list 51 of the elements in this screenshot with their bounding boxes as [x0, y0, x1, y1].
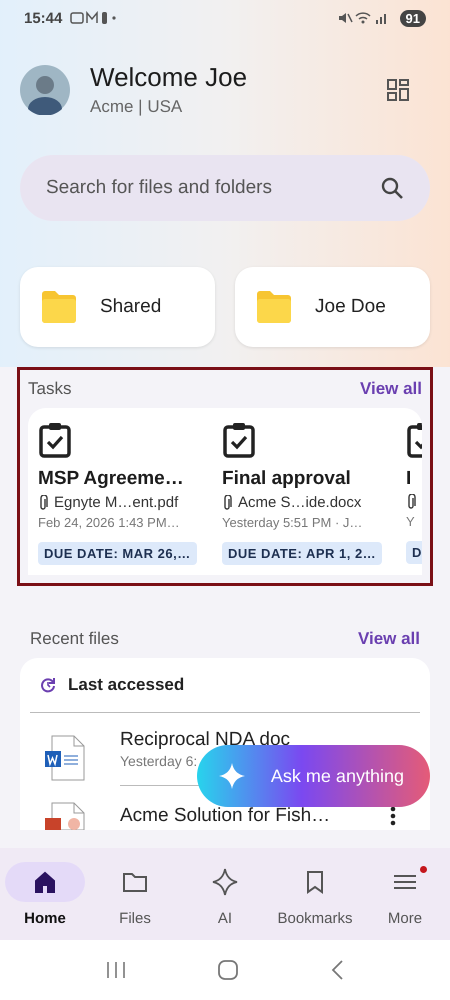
sort-label[interactable]: Last accessed — [68, 675, 184, 695]
folder-icon — [40, 290, 78, 324]
view-all-link[interactable]: View all — [358, 629, 420, 649]
sparkle-icon — [218, 763, 245, 789]
folder-icon — [255, 290, 293, 324]
home-button-icon[interactable] — [216, 959, 239, 981]
task-meta: Y — [406, 514, 415, 529]
folder-icon — [122, 870, 148, 892]
back-icon[interactable] — [330, 959, 344, 981]
ask-ai-button[interactable]: Ask me anything — [196, 745, 430, 807]
task-title[interactable]: Final approval — [222, 468, 351, 490]
task-title[interactable]: MSP Agreeme… — [38, 468, 184, 490]
organization-label: Acme | USA — [90, 97, 184, 117]
nav-tab[interactable]: Bookmarks — [275, 862, 355, 926]
status-time: 15:44 — [24, 10, 62, 26]
clipboard-check-icon — [222, 422, 256, 458]
history-icon[interactable] — [40, 677, 56, 693]
avatar — [20, 64, 70, 114]
task-title[interactable]: I — [406, 468, 412, 490]
dashboard-icon[interactable] — [386, 78, 410, 102]
bookmark-icon — [306, 870, 324, 894]
more-options-icon[interactable] — [390, 806, 396, 826]
due-date-chip: DUE DATE: APR 1, 2… — [222, 542, 382, 565]
section-title: Tasks — [28, 379, 72, 399]
due-date-chip: DUE DATE: MAR 26,… — [38, 542, 197, 565]
folder-card[interactable]: Shared — [20, 267, 215, 347]
section-title: Recent files — [30, 629, 119, 649]
paperclip-icon — [406, 494, 416, 510]
search-field[interactable]: Search for files and folders — [20, 155, 430, 221]
search-icon[interactable] — [380, 176, 404, 200]
nav-tab[interactable]: More — [365, 862, 445, 926]
menu-icon — [393, 872, 417, 890]
sparkle-icon — [212, 868, 238, 896]
clipboard-check-icon — [38, 422, 72, 458]
task-meta: Yesterday 5:51 PM · J… — [222, 515, 362, 530]
battery-level: 91 — [400, 10, 426, 26]
folder-card[interactable]: Joe Doe — [235, 267, 430, 347]
attachment-name: Acme S…ide.docx — [238, 494, 362, 511]
paperclip-icon — [222, 494, 232, 510]
recent-apps-icon[interactable] — [106, 961, 126, 979]
home-icon — [34, 870, 56, 892]
view-all-link[interactable]: View all — [360, 379, 422, 399]
task-meta: Feb 24, 2026 1:43 PM… — [38, 515, 180, 530]
attachment-name: Egnyte M…ent.pdf — [54, 494, 178, 511]
status-icons — [70, 11, 116, 25]
nav-tab[interactable]: AI — [185, 862, 265, 926]
welcome-title: Welcome Joe — [90, 62, 248, 93]
file-name[interactable]: Acme Solution for Fish… — [120, 805, 330, 827]
nav-tab[interactable]: Files — [95, 862, 175, 926]
paperclip-icon — [38, 494, 48, 510]
due-date-chip: D — [406, 541, 422, 564]
